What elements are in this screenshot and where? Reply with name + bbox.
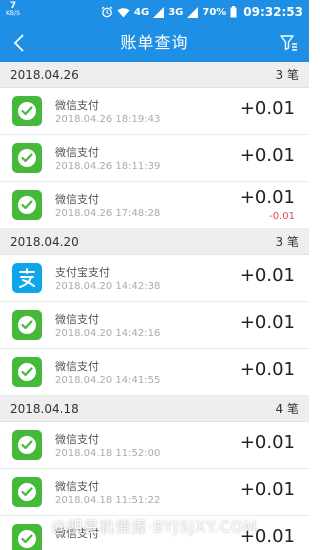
payment-time: 2018.04.18 11:51:22 xyxy=(55,495,161,506)
nav-bar: 账单查询 xyxy=(0,24,309,62)
group-header: 2018.04.18 4 笔 xyxy=(0,396,309,422)
payment-method: 微信支付 xyxy=(55,360,99,373)
filter-icon xyxy=(280,35,297,51)
wechat-pay-icon xyxy=(12,190,42,220)
wechat-pay-icon xyxy=(12,143,42,173)
page-title: 账单查询 xyxy=(120,33,189,52)
payment-amount: +0.01 xyxy=(239,359,295,380)
payment-method: 微信支付 xyxy=(55,313,99,326)
group-count: 3 笔 xyxy=(275,68,299,82)
payment-method: 微信支付 xyxy=(55,480,99,493)
payment-method: 微信支付 xyxy=(55,527,99,540)
battery-icon xyxy=(230,6,237,18)
group-date: 2018.04.18 xyxy=(10,401,79,416)
wechat-pay-icon xyxy=(12,430,42,460)
list-item[interactable]: 微信支付 2018.04.26 18:19:43 +0.01 xyxy=(0,88,309,135)
payment-amount: +0.01 xyxy=(239,145,295,166)
payment-method: 微信支付 xyxy=(55,433,99,446)
wechat-pay-icon xyxy=(12,477,42,507)
payment-time: 2018.04.20 14:41:55 xyxy=(55,375,161,386)
list-item[interactable]: 微信支付 2018.04.26 17:48:28 +0.01 -0.01 xyxy=(0,182,309,229)
filter-button[interactable] xyxy=(277,31,301,55)
payment-time: 2018.04.20 14:42:38 xyxy=(55,281,161,292)
list-item[interactable]: 微信支付 2018.04.20 14:41:55 +0.01 xyxy=(0,349,309,396)
wechat-pay-icon xyxy=(12,310,42,340)
list-item[interactable]: 微信支付 2018.04.18 11:51:22 +0.01 xyxy=(0,469,309,516)
network-4g-label: 4G xyxy=(134,6,150,18)
list-item[interactable]: 支付宝支付 2018.04.20 14:42:38 +0.01 xyxy=(0,255,309,302)
payment-method: 支付宝支付 xyxy=(55,266,110,279)
wifi-icon xyxy=(117,7,130,18)
group-date: 2018.04.20 xyxy=(10,234,79,249)
battery-percent: 70% xyxy=(202,6,227,18)
group-date: 2018.04.26 xyxy=(10,67,79,82)
group-header: 2018.04.26 3 笔 xyxy=(0,62,309,88)
payment-time: 2018.04.26 18:11:39 xyxy=(55,161,161,172)
net-speed-value: 7 xyxy=(9,1,17,11)
wechat-pay-icon xyxy=(12,357,42,387)
net-speed: 7 KB/S xyxy=(6,2,20,18)
payment-amount: +0.01 xyxy=(239,432,295,453)
alipay-icon xyxy=(12,263,42,293)
wechat-pay-icon xyxy=(12,524,42,550)
payment-method: 微信支付 xyxy=(55,193,99,206)
signal-icon xyxy=(153,6,165,18)
wechat-pay-icon xyxy=(12,96,42,126)
payment-amount: +0.01 xyxy=(239,98,295,119)
group-header: 2018.04.20 3 笔 xyxy=(0,229,309,255)
payment-method: 微信支付 xyxy=(55,99,99,112)
list-item[interactable]: 微信支付 2018.04.26 18:11:39 +0.01 xyxy=(0,135,309,182)
group-count: 3 笔 xyxy=(275,235,299,249)
payment-time: 2018.04.18 11:52:00 xyxy=(55,448,161,459)
list-item[interactable]: 微信支付 +0.01 xyxy=(0,516,309,550)
payment-amount: +0.01 xyxy=(239,479,295,500)
status-icons: 4G 3G 70% 09:32:53 xyxy=(101,4,303,20)
payment-amount: +0.01 xyxy=(239,187,295,208)
status-bar: 7 KB/S 4G 3G 70% 09:32:53 xyxy=(0,0,309,24)
payment-method: 微信支付 xyxy=(55,146,99,159)
alarm-icon xyxy=(101,6,113,18)
payment-amount: +0.01 xyxy=(239,265,295,286)
clock: 09:32:53 xyxy=(243,5,303,19)
payment-time: 2018.04.26 18:19:43 xyxy=(55,114,161,125)
list-item[interactable]: 微信支付 2018.04.20 14:42:16 +0.01 xyxy=(0,302,309,349)
payment-amount: +0.01 xyxy=(239,312,295,333)
payment-time: 2018.04.26 17:48:28 xyxy=(55,208,161,219)
bill-list: 2018.04.26 3 笔 微信支付 2018.04.26 18:19:43 … xyxy=(0,62,309,550)
signal-icon xyxy=(187,6,199,18)
network-3g-label: 3G xyxy=(168,6,184,18)
group-count: 4 笔 xyxy=(275,402,299,416)
refund-amount: -0.01 xyxy=(269,211,295,222)
payment-amount: +0.01 xyxy=(239,526,295,547)
list-item[interactable]: 微信支付 2018.04.18 11:52:00 +0.01 xyxy=(0,422,309,469)
payment-time: 2018.04.20 14:42:16 xyxy=(55,328,161,339)
net-speed-unit: KB/S xyxy=(6,10,20,17)
